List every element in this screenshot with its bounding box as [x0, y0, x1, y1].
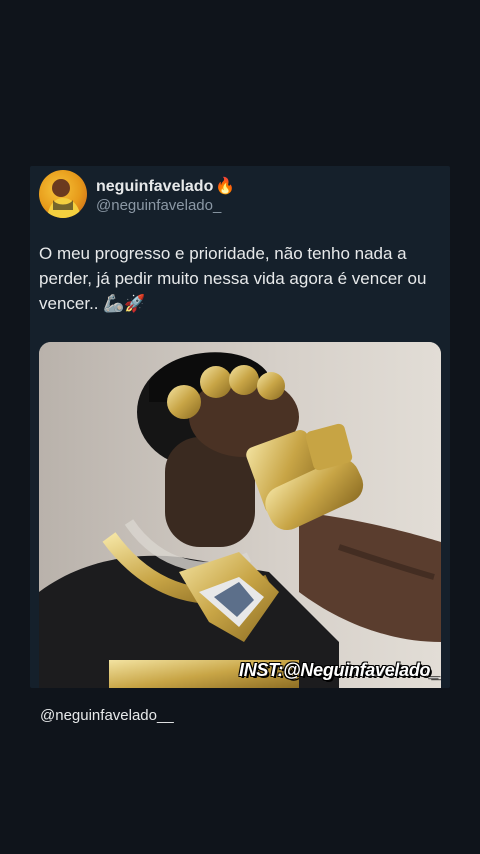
photo-illustration: [39, 342, 441, 688]
caption-handle[interactable]: @neguinfavelado__: [40, 707, 174, 724]
display-name[interactable]: neguinfavelado 🔥: [96, 176, 235, 196]
fire-icon: 🔥: [215, 178, 236, 195]
user-handle[interactable]: @neguinfavelado_: [96, 197, 221, 214]
photo-watermark: INST:@Neguinfavelado_: [239, 660, 440, 680]
tweet-photo[interactable]: INST:@Neguinfavelado_: [39, 342, 441, 688]
tweet-header: neguinfavelado 🔥 @neguinfavelado_: [38, 168, 438, 220]
display-name-text: neguinfavelado: [96, 178, 214, 195]
avatar[interactable]: [39, 170, 87, 218]
tweet-text: O meu progresso e prioridade, não tenho …: [39, 244, 427, 313]
tweet-card[interactable]: neguinfavelado 🔥 @neguinfavelado_ O meu p…: [30, 166, 450, 688]
